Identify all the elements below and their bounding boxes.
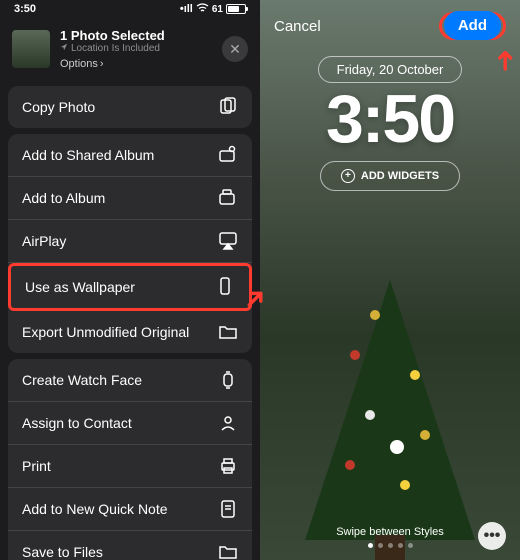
status-indicators: •ıll 61	[180, 3, 246, 16]
action-label: Add to New Quick Note	[22, 501, 168, 517]
action-label: Export Unmodified Original	[22, 324, 189, 340]
airplay-icon	[218, 231, 238, 251]
wallpaper-image	[260, 160, 520, 560]
add-highlight: Add	[439, 12, 506, 40]
contact-icon	[218, 413, 238, 433]
wifi-icon	[196, 3, 209, 16]
folder-icon	[218, 322, 238, 342]
folder-icon	[218, 542, 238, 560]
shared-album-icon	[218, 145, 238, 165]
signal-icon: •ıll	[180, 3, 193, 15]
action-copy-photo[interactable]: Copy Photo	[8, 86, 252, 128]
action-label: Copy Photo	[22, 99, 95, 115]
action-add-to-album[interactable]: Add to Album	[8, 177, 252, 220]
close-icon: ✕	[229, 41, 241, 58]
lock-time[interactable]: 3:50	[260, 85, 520, 153]
action-group: Create Watch Face Assign to Contact Print A…	[8, 359, 252, 560]
close-button[interactable]: ✕	[222, 36, 248, 62]
annotation-arrow-right: ➜	[488, 49, 520, 72]
action-label: Save to Files	[22, 544, 103, 560]
action-add-to-new-quick-note[interactable]: Add to New Quick Note	[8, 488, 252, 531]
action-label: Add to Shared Album	[22, 147, 154, 163]
status-bar: 3:50 •ıll 61	[0, 0, 260, 18]
battery-icon	[226, 4, 246, 14]
action-label: Assign to Contact	[22, 415, 132, 431]
share-title: 1 Photo Selected	[60, 28, 212, 43]
ellipsis-icon: •••	[484, 527, 501, 545]
album-icon	[218, 188, 238, 208]
copy-icon	[218, 97, 238, 117]
top-bar: Cancel Add	[260, 0, 520, 52]
share-sheet-screen: 3:50 •ıll 61 1 Photo Selected Location I…	[0, 0, 260, 560]
wallpaper-preview-screen: Cancel Add Friday, 20 October 3:50 + ADD…	[260, 0, 520, 560]
note-icon	[218, 499, 238, 519]
action-export-unmodified-original[interactable]: Export Unmodified Original	[8, 311, 252, 353]
photo-thumbnail[interactable]	[12, 30, 50, 68]
action-airplay[interactable]: AirPlay	[8, 220, 252, 263]
action-label: Print	[22, 458, 51, 474]
more-button[interactable]: •••	[478, 522, 506, 550]
phone-icon	[215, 277, 235, 297]
action-label: Add to Album	[22, 190, 105, 206]
battery-pct: 61	[212, 4, 223, 15]
share-header: 1 Photo Selected Location Is Included Op…	[0, 18, 260, 80]
action-group: Copy Photo	[8, 86, 252, 128]
action-label: Use as Wallpaper	[25, 279, 135, 295]
action-add-to-shared-album[interactable]: Add to Shared Album	[8, 134, 252, 177]
action-create-watch-face[interactable]: Create Watch Face	[8, 359, 252, 402]
action-label: Create Watch Face	[22, 372, 142, 388]
add-button[interactable]: Add	[444, 11, 501, 40]
watch-icon	[218, 370, 238, 390]
status-time: 3:50	[14, 3, 36, 15]
chevron-right-icon: ›	[100, 58, 104, 70]
location-icon	[60, 43, 68, 54]
action-assign-to-contact[interactable]: Assign to Contact	[8, 402, 252, 445]
action-use-as-wallpaper[interactable]: Use as Wallpaper	[8, 263, 252, 311]
print-icon	[218, 456, 238, 476]
share-subtitle: Location Is Included	[60, 43, 212, 54]
action-print[interactable]: Print	[8, 445, 252, 488]
action-group: Add to Shared Album Add to Album AirPlay Us…	[8, 134, 252, 353]
action-label: AirPlay	[22, 233, 66, 249]
options-button[interactable]: Options ›	[60, 58, 212, 70]
cancel-button[interactable]: Cancel	[274, 18, 321, 35]
action-save-to-files[interactable]: Save to Files	[8, 531, 252, 560]
lock-date[interactable]: Friday, 20 October	[318, 56, 463, 83]
